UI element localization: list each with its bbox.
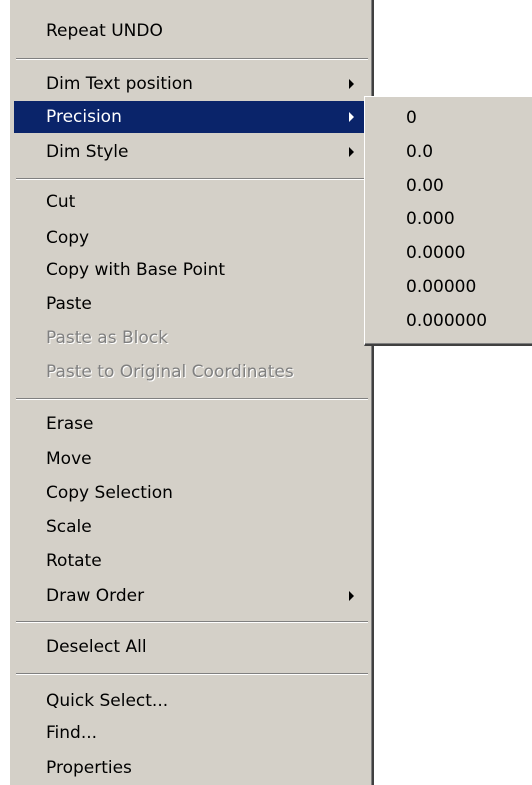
menu-item-cut[interactable]: Cut: [14, 186, 368, 218]
menu-item-label: Copy Selection: [46, 483, 173, 503]
menu-item-dim-text-position[interactable]: Dim Text position: [14, 68, 368, 100]
menu-item-label: Rotate: [46, 551, 102, 571]
menu-item-properties[interactable]: Properties: [14, 752, 368, 784]
menu-item-paste-as-block: Paste as Block: [14, 322, 368, 354]
precision-option-label: 0.0: [406, 142, 434, 162]
menu-separator: [16, 673, 368, 675]
menu-item-deselect-all[interactable]: Deselect All: [14, 631, 368, 663]
menu-item-label: Repeat UNDO: [46, 21, 163, 41]
menu-item-repeat-undo[interactable]: Repeat UNDO: [14, 15, 368, 47]
menu-item-copy-with-base-point[interactable]: Copy with Base Point: [14, 254, 368, 286]
precision-option-label: 0.000000: [406, 311, 488, 331]
precision-submenu: 0 0.0 0.00 0.000 0.0000 0.00000 0.000000: [364, 96, 532, 346]
menu-item-label: Copy: [46, 228, 90, 248]
menu-item-label: Draw Order: [46, 586, 145, 606]
menu-separator: [16, 398, 368, 400]
precision-option-0-0000[interactable]: 0.0000: [368, 236, 530, 270]
menu-item-label: Paste: [46, 294, 92, 314]
precision-option-label: 0.0000: [406, 243, 466, 263]
menu-item-dim-style[interactable]: Dim Style: [14, 136, 368, 168]
menu-item-erase[interactable]: Erase: [14, 408, 368, 440]
menu-separator: [16, 621, 368, 623]
menu-item-label: Erase: [46, 414, 94, 434]
menu-item-copy[interactable]: Copy: [14, 222, 368, 254]
context-menu: Repeat UNDO Dim Text position Precision …: [10, 0, 374, 785]
precision-option-0[interactable]: 0: [368, 101, 530, 135]
precision-option-label: 0.000: [406, 209, 455, 229]
precision-option-label: 0: [406, 108, 417, 128]
submenu-arrow-icon: [349, 591, 354, 601]
menu-item-paste-to-original-coordinates: Paste to Original Coordinates: [14, 356, 368, 388]
menu-item-label: Copy with Base Point: [46, 260, 226, 280]
menu-item-draw-order[interactable]: Draw Order: [14, 580, 368, 612]
menu-item-find[interactable]: Find...: [14, 717, 368, 749]
menu-item-move[interactable]: Move: [14, 443, 368, 475]
menu-item-paste[interactable]: Paste: [14, 288, 368, 320]
menu-item-label: Cut: [46, 192, 76, 212]
precision-option-0-0[interactable]: 0.0: [368, 135, 530, 169]
submenu-arrow-icon: [349, 79, 354, 89]
precision-option-0-00[interactable]: 0.00: [368, 169, 530, 203]
menu-item-label: Scale: [46, 517, 92, 537]
menu-item-quick-select[interactable]: Quick Select...: [14, 685, 368, 717]
precision-option-0-000000[interactable]: 0.000000: [368, 304, 530, 338]
menu-item-label: Quick Select...: [46, 691, 169, 711]
menu-item-label: Dim Style: [46, 142, 129, 162]
menu-item-label: Dim Text position: [46, 74, 193, 94]
menu-item-scale[interactable]: Scale: [14, 511, 368, 543]
menu-separator: [16, 58, 368, 60]
menu-item-rotate[interactable]: Rotate: [14, 545, 368, 577]
menu-item-label: Paste as Block: [46, 328, 168, 348]
precision-option-label: 0.00: [406, 176, 444, 196]
menu-item-label: Move: [46, 449, 92, 469]
menu-separator: [16, 178, 368, 180]
menu-item-label: Find...: [46, 723, 98, 743]
precision-option-label: 0.00000: [406, 277, 477, 297]
menu-item-copy-selection[interactable]: Copy Selection: [14, 477, 368, 509]
menu-item-label: Precision: [46, 107, 122, 127]
submenu-arrow-icon: [349, 147, 354, 157]
menu-item-label: Deselect All: [46, 637, 147, 657]
menu-item-label: Paste to Original Coordinates: [46, 362, 294, 382]
menu-item-precision[interactable]: Precision: [14, 101, 368, 133]
precision-option-0-00000[interactable]: 0.00000: [368, 270, 530, 304]
menu-item-label: Properties: [46, 758, 132, 778]
precision-option-0-000[interactable]: 0.000: [368, 202, 530, 236]
submenu-arrow-icon: [349, 112, 354, 122]
